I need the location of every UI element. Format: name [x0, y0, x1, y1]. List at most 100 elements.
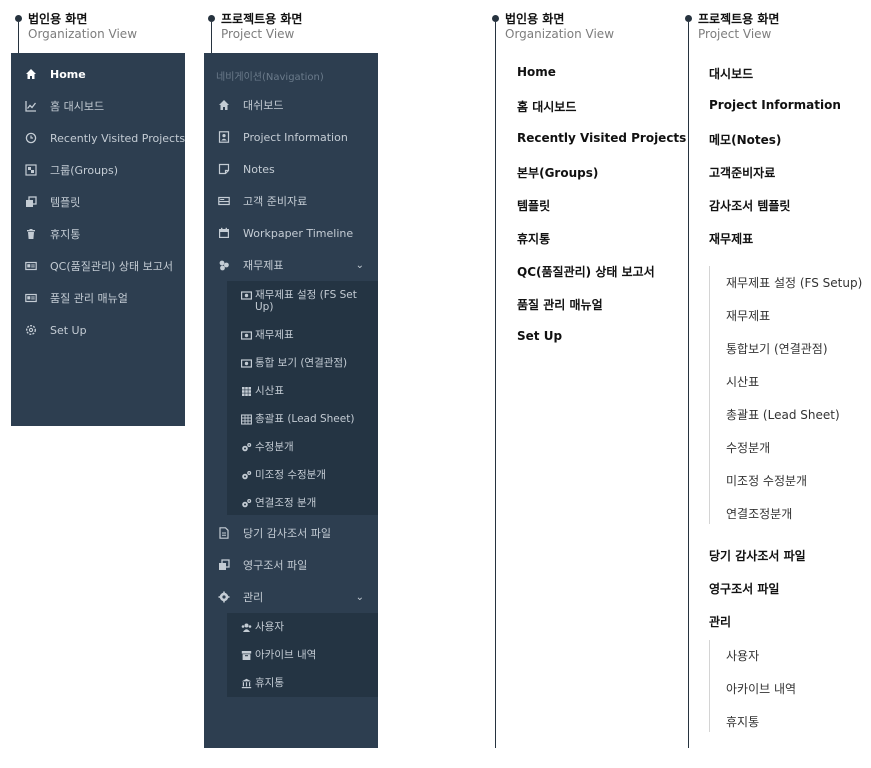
org-nav-label: 휴지통: [50, 228, 81, 241]
fs-sub-item[interactable]: 총괄표 (Lead Sheet): [241, 413, 370, 425]
proj-nav-admin[interactable]: 관리 ⌄: [204, 581, 378, 613]
chevron-down-icon[interactable]: ⌄: [356, 592, 364, 603]
proj-list-item: 감사조서 템플릿: [709, 199, 791, 213]
proj-list-timeline-line: [688, 22, 689, 748]
chart-line-icon: [25, 100, 37, 112]
table-icon: [241, 414, 252, 425]
org-nav-label: QC(품질관리) 상태 보고서: [50, 260, 173, 273]
file-icon: [218, 527, 230, 539]
proj-list-sub-item: 미조정 수정분개: [726, 474, 808, 488]
fs-sub-item[interactable]: 연결조정 분개: [241, 497, 370, 509]
fs-sub-label: 시산표: [255, 385, 284, 397]
fs-sub-item[interactable]: 시산표: [241, 385, 370, 397]
proj-list-item: 메모(Notes): [709, 133, 782, 147]
org-list-header: 법인용 화면 Organization View: [492, 12, 615, 42]
proj-nav-project-information[interactable]: Project Information: [204, 121, 378, 153]
admin-submenu: 사용자 아카이브 내역 휴지통: [227, 613, 378, 697]
admin-sub-item[interactable]: 휴지통: [241, 677, 370, 689]
proj-nav-notes[interactable]: Notes: [204, 153, 378, 185]
proj-list-item: 재무제표: [709, 232, 754, 246]
nav-section-label: 네비게이션(Navigation): [216, 72, 324, 83]
proj-nav-label: Project Information: [243, 130, 348, 144]
fs-sub-item[interactable]: 미조정 수정분개: [241, 469, 370, 481]
note-icon: [218, 163, 230, 175]
proj-nav-label: 영구조서 파일: [243, 559, 308, 572]
fs-sub-item[interactable]: 통합 보기 (연결관점): [241, 357, 370, 369]
org-list-item: Home: [517, 65, 556, 79]
clock-icon: [25, 132, 37, 144]
bullet-dot-icon: [685, 15, 692, 22]
org-list-item: 본부(Groups): [517, 166, 599, 180]
proj-header-connector: [211, 22, 212, 53]
money-icon: [241, 290, 252, 301]
proj-nav-label: 관리: [243, 591, 264, 604]
proj-nav-dashboard[interactable]: 대쉬보드: [204, 89, 378, 121]
org-list-item: Recently Visited Projects: [517, 131, 687, 145]
admin-sub-item[interactable]: 아카이브 내역: [241, 649, 370, 661]
org-list-item: QC(품질관리) 상태 보고서: [517, 265, 655, 279]
org-list-subtitle: Organization View: [505, 27, 615, 41]
org-list-item: Set Up: [517, 329, 563, 343]
admin-sub-label: 휴지통: [255, 677, 284, 689]
user-card-icon: [218, 131, 230, 143]
org-nav-setup[interactable]: Set Up: [11, 314, 185, 346]
fs-sub-item[interactable]: 재무제표 설정 (FS Set Up): [241, 289, 370, 313]
org-list-item: 템플릿: [517, 199, 551, 213]
fs-sub-label: 재무제표: [255, 329, 294, 341]
proj-list-item: Project Information: [709, 98, 841, 112]
proj-list-sub-item: 휴지통: [726, 715, 760, 729]
org-nav-label: Home: [50, 67, 86, 81]
proj-view-title: 프로젝트용 화면: [221, 12, 303, 26]
admin-sub-label: 아카이브 내역: [255, 649, 317, 661]
id-card-icon: [25, 260, 37, 272]
org-view-subtitle: Organization View: [28, 27, 138, 41]
fs-sub-item[interactable]: 수정분개: [241, 441, 370, 453]
bullet-dot-icon: [208, 15, 215, 22]
proj-list-subtitle: Project View: [698, 27, 772, 41]
admin-sub-item[interactable]: 사용자: [241, 621, 370, 633]
chevron-down-icon[interactable]: ⌄: [356, 260, 364, 271]
proj-list-sub-item: 사용자: [726, 649, 760, 663]
org-view-header: 법인용 화면 Organization View: [15, 12, 138, 42]
org-nav-recent-projects[interactable]: Recently Visited Projects: [11, 122, 185, 154]
fs-sub-item[interactable]: 재무제표: [241, 329, 370, 341]
org-nav-label: 홈 대시보드: [50, 100, 105, 113]
proj-nav-current-workpapers[interactable]: 당기 감사조서 파일: [204, 517, 378, 549]
proj-list-item: 관리: [709, 615, 732, 629]
org-nav-groups[interactable]: 그룹(Groups): [11, 154, 185, 186]
proj-list-item: 고객준비자료: [709, 166, 776, 180]
money-icon: [241, 330, 252, 341]
proj-nav-financial-statements[interactable]: 재무제표 ⌄: [204, 249, 378, 281]
org-nav-label: 품질 관리 매뉴얼: [50, 292, 128, 305]
grid-icon: [241, 386, 252, 397]
gear-icon: [218, 591, 230, 603]
org-nav-label: 그룹(Groups): [50, 164, 119, 177]
fs-sub-label: 미조정 수정분개: [255, 469, 326, 481]
proj-list-sub-item: 시산표: [726, 375, 760, 389]
proj-list-item: 대시보드: [709, 67, 754, 81]
proj-nav-permanent-file[interactable]: 영구조서 파일: [204, 549, 378, 581]
proj-list-sub-item: 아카이브 내역: [726, 682, 797, 696]
proj-list-item: 당기 감사조서 파일: [709, 549, 806, 563]
fs-sub-label: 수정분개: [255, 441, 294, 453]
org-nav-label: 템플릿: [50, 196, 81, 209]
org-nav-qc-report[interactable]: QC(품질관리) 상태 보고서: [11, 250, 185, 282]
gear-outline-icon: [25, 324, 37, 336]
cogs-icon: [241, 442, 252, 453]
proj-nav-workpaper-timeline[interactable]: Workpaper Timeline: [204, 217, 378, 249]
proj-list-sub-item: 재무제표 설정 (FS Setup): [726, 276, 863, 290]
org-nav-templates[interactable]: 템플릿: [11, 186, 185, 218]
org-nav-home-dashboard[interactable]: 홈 대시보드: [11, 90, 185, 122]
proj-nav-client-materials[interactable]: 고객 준비자료: [204, 185, 378, 217]
org-nav-trash[interactable]: 휴지통: [11, 218, 185, 250]
org-nav-qc-manual[interactable]: 품질 관리 매뉴얼: [11, 282, 185, 314]
proj-nav-label: Workpaper Timeline: [243, 226, 354, 240]
org-list-timeline-line: [495, 22, 496, 748]
org-sidebar: Home 홈 대시보드 Recently Visited Projects 그룹…: [11, 53, 185, 426]
org-nav-home[interactable]: Home: [11, 58, 185, 90]
proj-list-item: 영구조서 파일: [709, 582, 780, 596]
proj-nav-label: 당기 감사조서 파일: [243, 527, 331, 540]
fs-sub-label: 재무제표 설정 (FS Set Up): [255, 289, 357, 313]
proj-view-header: 프로젝트용 화면 Project View: [208, 12, 303, 42]
org-list-title: 법인용 화면: [505, 12, 565, 26]
